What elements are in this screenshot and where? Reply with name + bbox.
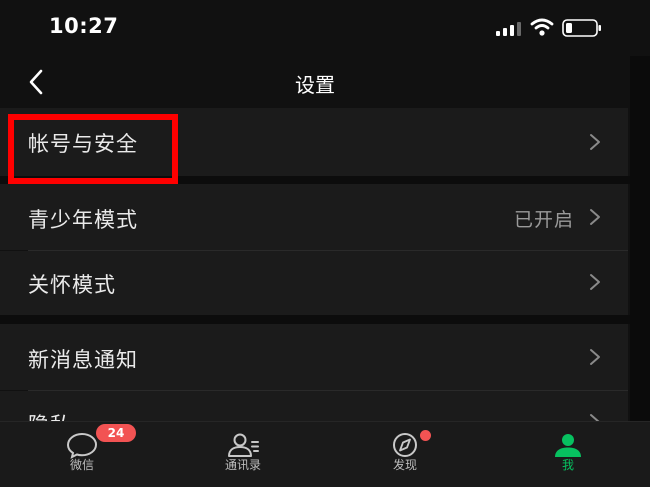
chat-bubble-icon (66, 432, 98, 459)
row-label: 关怀模式 (28, 273, 116, 297)
tab-discover[interactable]: 发现 (345, 422, 465, 487)
chevron-right-icon (590, 274, 600, 290)
tab-me[interactable]: 我 (508, 422, 628, 487)
settings-row-new-message-notifications[interactable]: 新消息通知 (0, 324, 628, 390)
chevron-right-icon (590, 349, 600, 365)
person-icon (555, 434, 581, 457)
contacts-icon (228, 433, 259, 457)
cellular-signal-icon (496, 22, 521, 36)
row-label: 新消息通知 (28, 348, 138, 372)
tab-label: 发现 (392, 458, 417, 472)
settings-row-teen-mode[interactable]: 青少年模式 已开启 (0, 184, 628, 250)
row-label: 青少年模式 (28, 208, 138, 232)
new-content-dot (420, 430, 431, 441)
section-gap (0, 315, 630, 324)
bottom-tab-bar: 微信 24 通讯录 发现 我 (0, 421, 650, 487)
chevron-right-icon (590, 134, 600, 150)
row-label: 隐私 (28, 409, 72, 421)
compass-icon (393, 433, 417, 457)
page-title: 设置 (295, 73, 335, 97)
tab-label: 通讯录 (224, 458, 261, 472)
tab-label: 我 (561, 458, 574, 472)
screen-edge (630, 56, 650, 421)
wifi-icon (530, 18, 554, 36)
tab-contacts[interactable]: 通讯录 (183, 422, 303, 487)
settings-row-privacy[interactable]: 隐私 (0, 391, 628, 421)
status-bar: 10:27 (0, 0, 650, 56)
chevron-right-icon (590, 414, 600, 421)
tab-label: 微信 (69, 458, 94, 472)
row-value: 已开启 (513, 209, 574, 231)
navigation-bar: 设置 (0, 56, 630, 108)
settings-row-care-mode[interactable]: 关怀模式 (0, 251, 628, 315)
settings-screen: 10:27 设置 帐号与安全 青少年模式 已开启 关怀模式 新消息通知 微信 2… (0, 0, 650, 487)
status-time: 10:27 (49, 14, 119, 38)
highlight-box (8, 114, 178, 184)
battery-icon (562, 19, 601, 37)
unread-badge: 24 (96, 424, 136, 442)
chevron-right-icon (590, 209, 600, 225)
